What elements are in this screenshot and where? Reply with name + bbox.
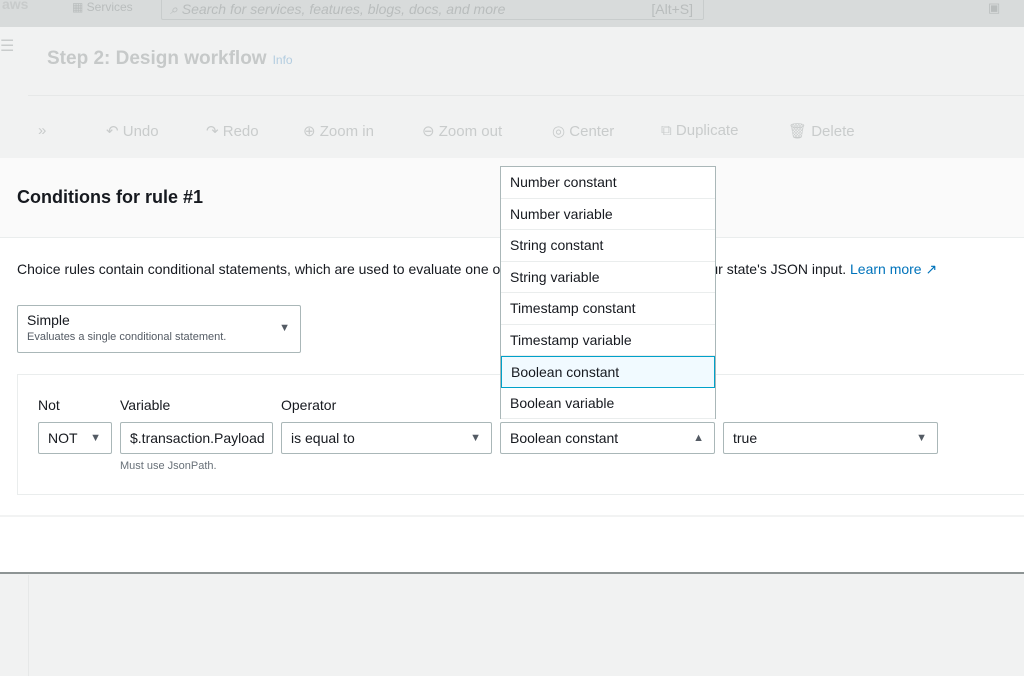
services-label: Services — [86, 0, 133, 14]
operator-label: Operator — [281, 397, 337, 413]
modal-description: Choice rules contain conditional stateme… — [17, 261, 937, 278]
rule-type-select[interactable]: Simple Evaluates a single conditional st… — [17, 305, 301, 353]
caret-up-icon: ▲ — [693, 432, 704, 444]
menu-icon[interactable]: ☰ — [0, 36, 14, 56]
option-number-constant[interactable]: Number constant — [501, 167, 715, 199]
not-label: Not — [38, 397, 60, 413]
caret-down-icon: ▼ — [279, 322, 290, 334]
center-label: Center — [569, 123, 615, 140]
rule-type-description: Evaluates a single conditional statement… — [27, 331, 227, 343]
expand-icon[interactable]: » — [38, 122, 46, 139]
variable-value: $.transaction.Payload — [130, 430, 265, 446]
toolbar: » ↶ Undo ↷ Redo ⊕ Zoom in ⊖ Zoom out ◎ C… — [28, 95, 1024, 157]
option-number-variable[interactable]: Number variable — [501, 199, 715, 230]
workflow-canvas[interactable] — [28, 575, 1024, 676]
description-text: Choice rules contain conditional stateme… — [17, 261, 847, 277]
not-select[interactable]: NOT ▼ — [38, 422, 112, 454]
delete-button[interactable]: 🗑 Delete — [788, 122, 855, 140]
option-string-constant[interactable]: String constant — [501, 230, 715, 262]
page-title: Step 2: Design workflow Info — [47, 48, 293, 70]
option-boolean-variable[interactable]: Boolean variable — [501, 388, 715, 419]
type-dropdown-list: Number constant Number variable String c… — [500, 166, 716, 419]
variable-input[interactable]: $.transaction.Payload — [120, 422, 273, 454]
not-value: NOT — [48, 430, 78, 446]
value-value: true — [733, 430, 758, 446]
aws-logo[interactable]: aws — [2, 0, 28, 12]
redo-label: Redo — [222, 123, 259, 140]
duplicate-button[interactable]: ⧉ Duplicate — [661, 122, 738, 139]
zoom-out-button[interactable]: ⊖ Zoom out — [422, 122, 502, 140]
type-value: Boolean constant — [510, 430, 619, 446]
undo-label: Undo — [122, 123, 159, 140]
option-timestamp-variable[interactable]: Timestamp variable — [501, 325, 715, 356]
learn-more-link[interactable]: Learn more ↗ — [850, 261, 937, 277]
duplicate-label: Duplicate — [675, 122, 739, 139]
value-select[interactable]: true ▼ — [723, 422, 938, 454]
center-button[interactable]: ◎ Center — [552, 122, 614, 140]
page-title-text: Step 2: Design workflow — [47, 48, 267, 69]
delete-label: Delete — [811, 123, 855, 140]
learn-more-label: Learn more — [850, 261, 922, 277]
undo-button[interactable]: ↶ Undo — [106, 122, 159, 140]
operator-select[interactable]: is equal to ▼ — [281, 422, 492, 454]
rule-type-value: Simple — [27, 312, 70, 328]
option-timestamp-constant[interactable]: Timestamp constant — [501, 293, 715, 325]
option-boolean-constant[interactable]: Boolean constant — [501, 356, 715, 388]
search-placeholder: Search for services, features, blogs, do… — [181, 1, 506, 17]
caret-down-icon: ▼ — [90, 432, 101, 444]
search-icon: ⌕ — [170, 1, 182, 17]
search-input[interactable]: ⌕ Search for services, features, blogs, … — [161, 0, 704, 20]
zoom-in-button[interactable]: ⊕ Zoom in — [303, 122, 374, 140]
option-string-variable[interactable]: String variable — [501, 262, 715, 293]
zoom-in-label: Zoom in — [319, 123, 374, 140]
operator-value: is equal to — [291, 430, 355, 446]
info-link[interactable]: Info — [273, 53, 293, 67]
variable-hint: Must use JsonPath. — [120, 460, 217, 472]
zoom-out-label: Zoom out — [438, 123, 503, 140]
divider — [0, 515, 1024, 517]
type-select[interactable]: Boolean constant ▲ — [500, 422, 715, 454]
caret-down-icon: ▼ — [470, 432, 481, 444]
redo-button[interactable]: ↷ Redo — [206, 122, 259, 140]
caret-down-icon: ▼ — [916, 432, 927, 444]
cloudshell-icon[interactable]: ▣ — [988, 0, 1000, 16]
variable-label: Variable — [120, 397, 171, 413]
search-shortcut: [Alt+S] — [651, 1, 693, 17]
external-link-icon: ↗ — [925, 261, 938, 277]
top-nav: aws ▦ Services ⌕ Search for services, fe… — [0, 0, 1024, 27]
services-menu[interactable]: ▦ Services — [72, 0, 133, 14]
